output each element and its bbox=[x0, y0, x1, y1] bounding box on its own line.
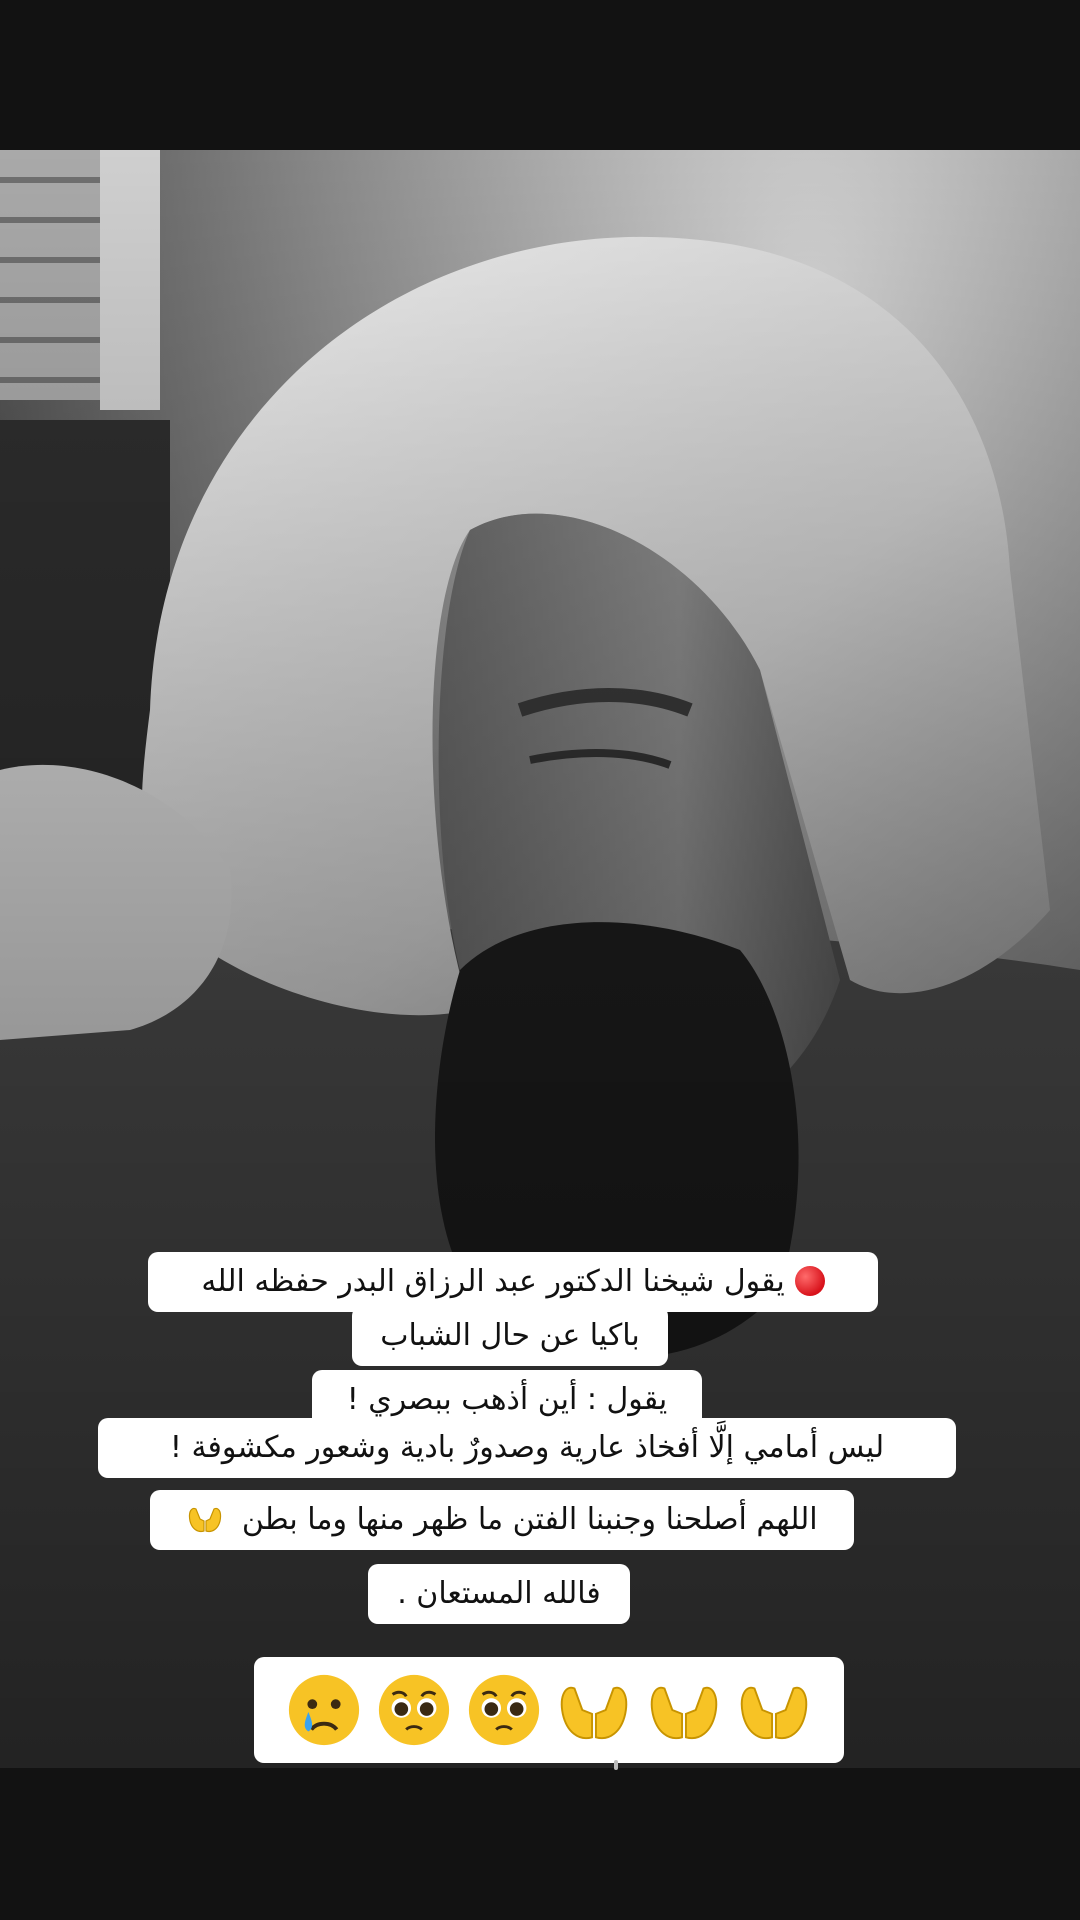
letterbox-top bbox=[0, 0, 1080, 150]
caption-line-2-text: باكيا عن حال الشباب bbox=[380, 1318, 640, 1353]
caption-line-6: فالله المستعان . bbox=[368, 1564, 630, 1624]
emoji-row bbox=[254, 1657, 844, 1763]
caption-line-4-text: ليس أمامي إلَّا أفخاذ عارية وصدورٌ بادية… bbox=[169, 1430, 885, 1465]
letterbox-bottom bbox=[0, 1768, 1080, 1920]
palms-up-together-icon bbox=[740, 1686, 808, 1740]
palms-up-together-icon bbox=[189, 1507, 222, 1533]
red-circle-icon bbox=[794, 1266, 825, 1296]
caption-line-6-text: فالله المستعان . bbox=[397, 1576, 601, 1611]
caption-line-3-text: يقول : أين أذهب ببصري ! bbox=[346, 1382, 668, 1417]
palms-up-together-icon bbox=[560, 1686, 628, 1740]
crying-face-icon bbox=[288, 1674, 360, 1746]
progress-indicator bbox=[614, 1760, 618, 1770]
caption-line-5-text: اللهم أصلحنا وجنبنا الفتن ما ظهر منها وم… bbox=[241, 1502, 818, 1537]
pleading-face-icon bbox=[468, 1674, 540, 1746]
caption-line-1-text: يقول شيخنا الدكتور عبد الرزاق البدر حفظه… bbox=[201, 1264, 785, 1299]
caption-line-1: يقول شيخنا الدكتور عبد الرزاق البدر حفظه… bbox=[148, 1252, 878, 1312]
caption-line-4: ليس أمامي إلَّا أفخاذ عارية وصدورٌ بادية… bbox=[98, 1418, 956, 1478]
caption-line-2: باكيا عن حال الشباب bbox=[352, 1306, 668, 1366]
pleading-face-icon bbox=[378, 1674, 450, 1746]
caption-line-5: اللهم أصلحنا وجنبنا الفتن ما ظهر منها وم… bbox=[150, 1490, 854, 1550]
palms-up-together-icon bbox=[650, 1686, 718, 1740]
